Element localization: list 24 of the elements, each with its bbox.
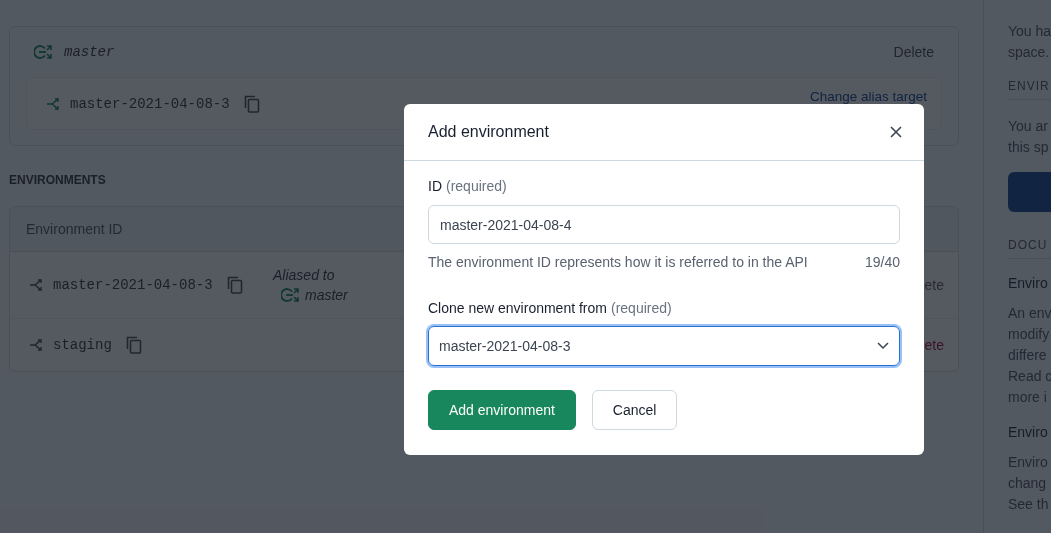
doc-title: Enviro (1008, 275, 1049, 291)
delete-link[interactable]: ete (924, 337, 944, 353)
dialog-title: Add environment (428, 123, 549, 141)
field-label: ID (428, 178, 442, 194)
clone-source-dropdown[interactable]: master-2021-04-08-3 (428, 326, 900, 366)
id-input-field[interactable]: master-2021-04-08-4 (428, 205, 900, 244)
close-icon (890, 126, 902, 138)
change-alias-target-link[interactable]: Change alias target (809, 89, 927, 104)
cancel-button[interactable]: Cancel (591, 390, 678, 430)
help-text: The environment ID represents how it is referred to in the API (428, 254, 808, 270)
add-environment-button[interactable]: Add environment (428, 390, 576, 430)
environment-id: master-2021-04-08-3 (53, 277, 213, 293)
chevron-down-icon (877, 342, 889, 350)
section-heading: ENVIRONMENTS (9, 173, 106, 187)
alias-name: master (305, 287, 348, 303)
required-hint: (required) (611, 300, 672, 316)
doc-title: Enviro (1008, 424, 1049, 440)
required-hint: (required) (446, 178, 507, 194)
field-label: Clone new environment from (428, 300, 607, 316)
alias-name: master (64, 44, 115, 60)
environment-id: staging (53, 337, 112, 353)
environment-id: master-2021-04-08-3 (70, 95, 230, 112)
aliased-to-label: Aliased to (273, 267, 336, 283)
character-counter: 19/40 (864, 254, 900, 270)
